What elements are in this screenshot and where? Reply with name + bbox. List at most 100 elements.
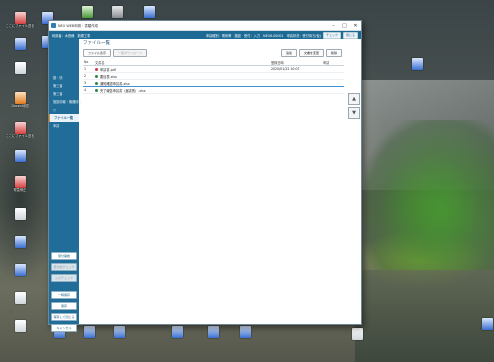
document-icon (351, 328, 363, 340)
window-title: NEO WEB申請・書類作成 (58, 24, 98, 28)
desktop-icon-5[interactable]: ここにファイル送る (3, 122, 37, 139)
app-icon (81, 6, 93, 18)
document-icon (14, 208, 26, 220)
move-down-button[interactable]: ▼ (348, 107, 360, 119)
sidebar-item-basic[interactable]: 基・情 (49, 74, 79, 82)
app-window: NEO WEB申請・書類作成 – □ ✕ 利用者：木田様 新規工事 申請種別：電… (48, 20, 362, 332)
cancel-button[interactable]: キャンセル (51, 324, 77, 332)
app-icon (111, 6, 123, 18)
close-app-button[interactable]: 閉じる (342, 31, 358, 39)
app-logo-icon (51, 23, 56, 28)
app-icon (481, 318, 493, 330)
table-row[interactable]: 3 通知確認申請書.xlsx (83, 79, 344, 87)
document-icon (14, 292, 26, 304)
wallpaper-water (355, 270, 494, 362)
desktop-icon-3[interactable] (3, 62, 37, 75)
table-row[interactable]: 2 要目表.xlsx (83, 72, 344, 80)
row-date: 2020/01/22 10:07 (270, 65, 322, 73)
row-status (322, 86, 344, 94)
toolbar: ファイル表示 一括ダウンロード 追加 文書を変更 削除 (83, 48, 344, 57)
pdf-file-icon (14, 176, 26, 188)
row-status (322, 79, 344, 87)
file-table: No 文書名 登録日時 申請 1 申請書.pdf 2020/01/22 10:0… (83, 59, 344, 94)
desktop-icon-6[interactable] (3, 150, 37, 163)
close-button[interactable]: ✕ (350, 21, 361, 30)
input-check-button[interactable]: 入力チェック (51, 274, 77, 282)
desktop-icon-8[interactable] (3, 208, 37, 221)
sidebar-nav: 基・情 第三者 第三者 施設情報・機器情報 ○ ファイル一覧 申請 (49, 74, 82, 130)
sidebar-item-third-party-2[interactable]: 第三者 (49, 90, 79, 98)
show-file-button[interactable]: ファイル表示 (83, 48, 112, 57)
folder-icon (14, 92, 26, 104)
application-status: 申請種別：電気等 施設 受付：入力 NEO6-00001 申請状況：受付待ち(仮… (205, 33, 321, 38)
desktop-icon-16[interactable] (100, 6, 134, 19)
desktop-icon-4[interactable]: Docsin地図 (3, 92, 37, 109)
temp-save-button[interactable]: 一時保存 (51, 291, 77, 299)
desktop-icon-9[interactable] (3, 236, 37, 249)
row-date (270, 79, 322, 87)
delete-file-button[interactable]: 削除 (325, 48, 342, 57)
desktop-icon-15[interactable] (70, 6, 104, 19)
sidebar: 基・情 第三者 第三者 施設情報・機器情報 ○ ファイル一覧 申請 受付開始 受… (49, 39, 82, 332)
desktop-icon-26[interactable] (228, 326, 262, 339)
sidebar-item-third-party-1[interactable]: 第三者 (49, 82, 79, 90)
row-name-cell: 完了報告申請書（届書別）.xlsx (94, 86, 270, 94)
applicant-info: 利用者：木田様 新規工事 (52, 33, 91, 38)
row-name-cell: 通知確認申請書.xlsx (94, 79, 270, 87)
desktop-icon-12[interactable] (3, 320, 37, 333)
info-bar: 利用者：木田様 新規工事 申請種別：電気等 施設 受付：入力 NEO6-0000… (49, 31, 361, 39)
save-button[interactable]: 保存 (51, 302, 77, 310)
sidebar-item-application[interactable]: 申請 (49, 122, 79, 130)
check-button[interactable]: チェック (322, 31, 341, 39)
excel-file-icon (95, 89, 98, 92)
app-icon (207, 326, 219, 338)
pdf-file-icon (14, 122, 26, 134)
pdf-file-icon (14, 12, 26, 24)
app-icon (14, 150, 26, 162)
row-status (322, 65, 344, 73)
start-intake-button[interactable]: 受付開始 (51, 252, 77, 260)
desktop-icon-18[interactable] (400, 58, 434, 71)
desktop-icon-24[interactable] (160, 326, 194, 339)
table-row[interactable]: 1 申請書.pdf 2020/01/22 10:07 (83, 65, 344, 73)
add-file-button[interactable]: 追加 (280, 48, 297, 57)
bulk-download-button[interactable]: 一括ダウンロード (113, 48, 148, 57)
desktop-icon-17[interactable] (132, 6, 166, 19)
row-no: 3 (83, 79, 94, 87)
pre-intake-check-button[interactable]: 受付前チェック (51, 263, 77, 271)
row-date (270, 72, 322, 80)
desktop-icon-25[interactable] (196, 326, 230, 339)
replace-file-button[interactable]: 文書を変更 (298, 48, 324, 57)
title-bar: NEO WEB申請・書類作成 – □ ✕ (49, 21, 361, 31)
desktop-icon-22[interactable] (72, 326, 106, 339)
document-icon (14, 320, 26, 332)
pdf-file-icon (95, 68, 98, 71)
row-name: 要目表.xlsx (100, 74, 117, 79)
row-name-cell: 申請書.pdf (94, 65, 270, 73)
minimize-button[interactable]: – (328, 21, 339, 30)
app-icon (239, 326, 251, 338)
move-up-button[interactable]: ▲ (348, 93, 360, 105)
app-icon (14, 236, 26, 248)
app-icon (113, 326, 125, 338)
row-name: 完了報告申請書（届書別）.xlsx (100, 88, 146, 93)
sidebar-item-other[interactable]: ○ (49, 106, 79, 114)
row-no: 1 (83, 65, 94, 73)
maximize-button[interactable]: □ (339, 21, 350, 30)
desktop-icon-20[interactable] (470, 318, 494, 331)
table-row[interactable]: 4 完了報告申請書（届書別）.xlsx (83, 86, 344, 94)
sidebar-item-facility-info[interactable]: 施設情報・機器情報 (49, 98, 82, 106)
app-icon (411, 58, 423, 70)
save-and-close-button[interactable]: 保存して閉じる (51, 313, 77, 321)
window-body: 基・情 第三者 第三者 施設情報・機器情報 ○ ファイル一覧 申請 受付開始 受… (49, 39, 361, 332)
page-title: ファイル一覧 (83, 41, 110, 46)
desktop-icon-10[interactable] (3, 264, 37, 277)
desktop-icon-23[interactable] (102, 326, 136, 339)
desktop-icon-19[interactable] (340, 328, 374, 341)
app-icon (143, 6, 155, 18)
desktop-icon-11[interactable] (3, 292, 37, 305)
row-status (322, 72, 344, 80)
document-icon (14, 62, 26, 74)
desktop-icon-7[interactable]: 緊急修正 (3, 176, 37, 193)
sidebar-item-file-list[interactable]: ファイル一覧 (49, 114, 79, 122)
